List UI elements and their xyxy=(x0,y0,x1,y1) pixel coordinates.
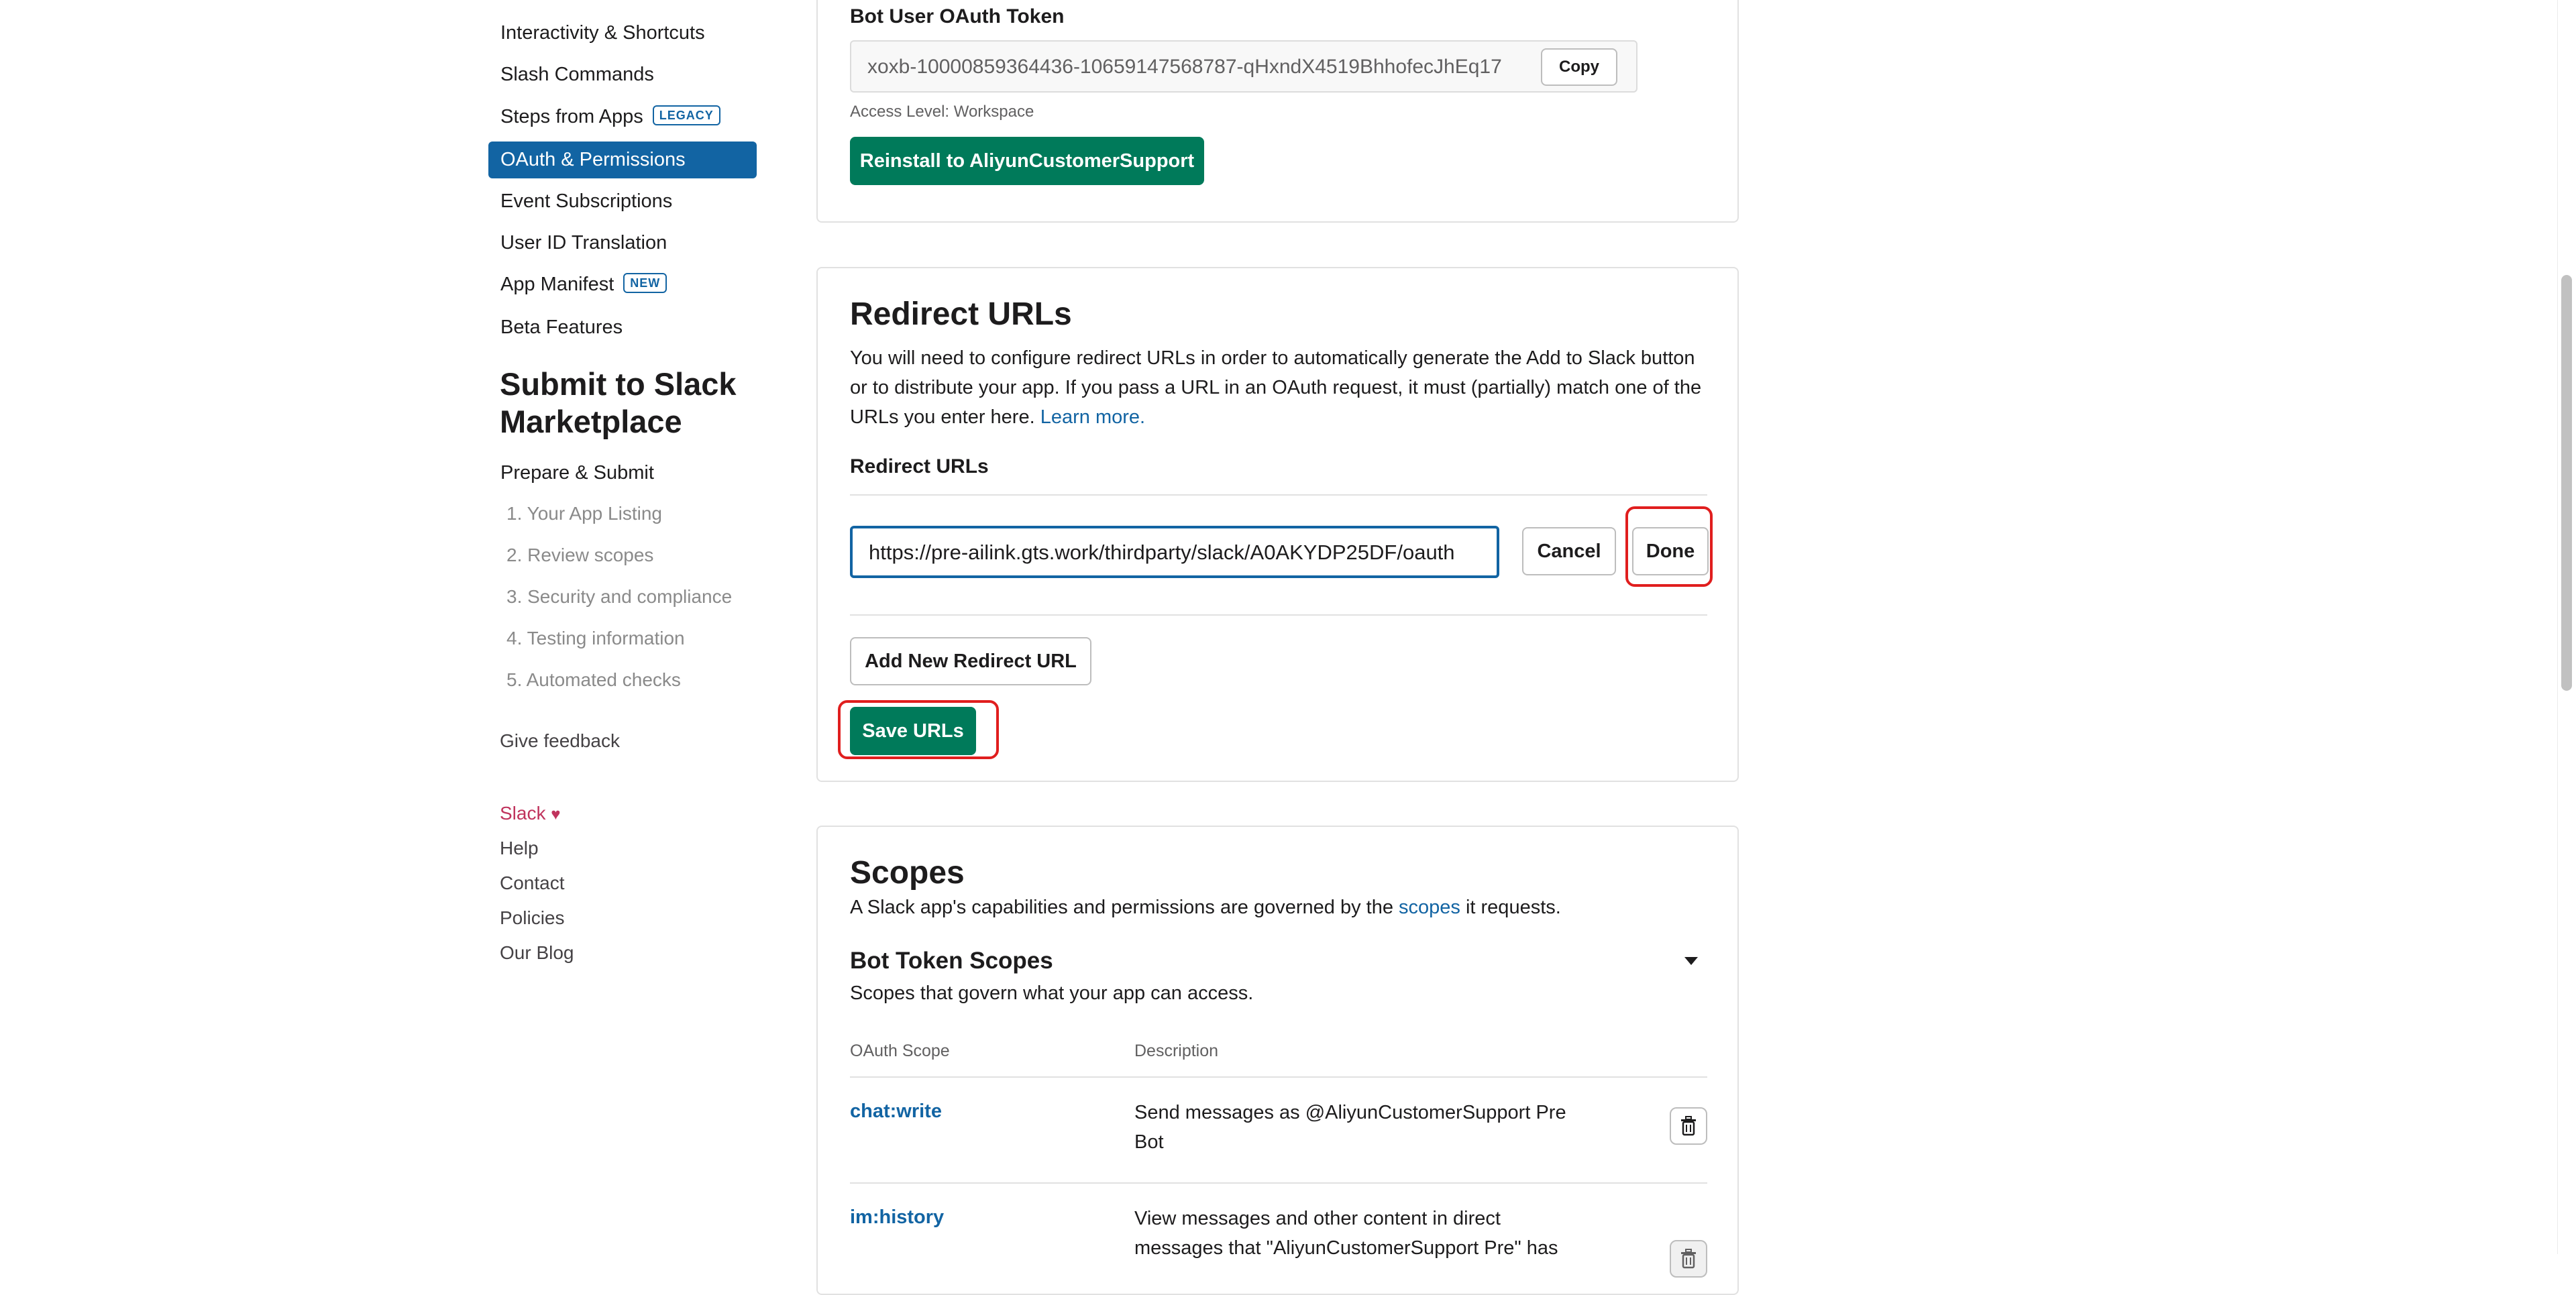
sidebar: Interactivity & Shortcuts Slash Commands… xyxy=(0,0,792,1254)
sidebar-item-oauth-permissions[interactable]: OAuth & Permissions xyxy=(488,142,757,178)
redirect-url-input[interactable]: https://pre-ailink.gts.work/thirdparty/s… xyxy=(850,526,1499,578)
access-level: Access Level: Workspace xyxy=(850,103,1034,121)
scopes-description-text: A Slack app's capabilities and permissio… xyxy=(850,897,1393,918)
new-badge: NEW xyxy=(623,273,667,294)
legacy-badge: LEGACY xyxy=(652,105,720,126)
scope-name[interactable]: chat:write xyxy=(850,1098,942,1125)
sidebar-item-label: Interactivity & Shortcuts xyxy=(500,22,705,44)
scopes-description-text: it requests. xyxy=(1465,897,1561,918)
sidebar-item-label: Beta Features xyxy=(500,317,623,338)
help-link[interactable]: Help xyxy=(500,836,539,860)
trash-icon xyxy=(1681,1116,1696,1136)
sidebar-item-event-subscriptions[interactable]: Event Subscriptions xyxy=(500,188,672,214)
col-header-description: Description xyxy=(1134,1041,1219,1060)
divider xyxy=(850,494,1707,496)
give-feedback-link[interactable]: Give feedback xyxy=(500,729,620,753)
sidebar-item-label: Steps from Apps xyxy=(500,106,643,127)
redirect-subheading: Redirect URLs xyxy=(850,455,989,477)
redirect-title: Redirect URLs xyxy=(850,296,1072,332)
table-row: im:history View messages and other conte… xyxy=(818,1184,1740,1288)
sidebar-item-interactivity[interactable]: Interactivity & Shortcuts xyxy=(500,20,705,46)
token-value: xoxb-10000859364436-10659147568787-qHxnd… xyxy=(867,56,1502,78)
sidebar-item-label: Prepare & Submit xyxy=(500,462,654,484)
scrollbar-thumb[interactable] xyxy=(2561,275,2572,691)
contact-link[interactable]: Contact xyxy=(500,871,565,895)
bot-token-scopes-title: Bot Token Scopes xyxy=(850,948,1053,974)
divider xyxy=(850,614,1707,616)
redirect-urls-card: Redirect URLs You will need to configure… xyxy=(816,267,1739,782)
token-label: Bot User OAuth Token xyxy=(850,5,1065,27)
step-security-compliance[interactable]: 3. Security and compliance xyxy=(506,585,732,609)
scope-name[interactable]: im:history xyxy=(850,1204,944,1231)
sidebar-item-slash-commands[interactable]: Slash Commands xyxy=(500,62,654,87)
redirect-url-value: https://pre-ailink.gts.work/thirdparty/s… xyxy=(869,541,1455,564)
bot-token-scopes-subtitle: Scopes that govern what your app can acc… xyxy=(850,982,1254,1004)
done-button[interactable]: Done xyxy=(1632,527,1709,575)
sidebar-item-app-manifest[interactable]: App Manifest NEW xyxy=(500,272,667,297)
blog-link[interactable]: Our Blog xyxy=(500,941,574,965)
cancel-button[interactable]: Cancel xyxy=(1522,527,1616,575)
delete-scope-button[interactable] xyxy=(1670,1107,1707,1145)
step-review-scopes[interactable]: 2. Review scopes xyxy=(506,543,653,567)
scopes-card: Scopes A Slack app's capabilities and pe… xyxy=(816,826,1739,1295)
heart-icon: ♥ xyxy=(551,805,561,824)
redirect-description-text: You will need to configure redirect URLs… xyxy=(850,347,1702,428)
sidebar-item-beta-features[interactable]: Beta Features xyxy=(500,315,623,340)
copy-button[interactable]: Copy xyxy=(1541,48,1617,86)
learn-more-link[interactable]: Learn more. xyxy=(1040,406,1145,428)
scope-description: Send messages as @AliyunCustomerSupport … xyxy=(1134,1102,1566,1153)
sidebar-item-label: OAuth & Permissions xyxy=(500,149,686,170)
collapse-caret-icon[interactable] xyxy=(1683,956,1699,966)
trash-icon xyxy=(1681,1249,1696,1269)
sidebar-item-steps-from-apps[interactable]: Steps from Apps LEGACY xyxy=(500,104,720,129)
col-header-scope: OAuth Scope xyxy=(850,1041,950,1060)
step-testing-information[interactable]: 4. Testing information xyxy=(506,626,685,651)
token-field: xoxb-10000859364436-10659147568787-qHxnd… xyxy=(850,40,1638,93)
step-automated-checks[interactable]: 5. Automated checks xyxy=(506,668,681,692)
sidebar-item-user-id-translation[interactable]: User ID Translation xyxy=(500,230,667,256)
slack-link[interactable]: Slack ♥ xyxy=(500,801,561,827)
table-row: chat:write Send messages as @AliyunCusto… xyxy=(818,1078,1740,1182)
add-new-redirect-url-button[interactable]: Add New Redirect URL xyxy=(850,637,1091,685)
save-urls-button[interactable]: Save URLs xyxy=(850,707,976,755)
scopes-description: A Slack app's capabilities and permissio… xyxy=(850,894,1561,921)
policies-link[interactable]: Policies xyxy=(500,906,564,930)
sidebar-item-label: App Manifest xyxy=(500,274,614,295)
sidebar-item-label: User ID Translation xyxy=(500,232,667,254)
token-card: Bot User OAuth Token xoxb-10000859364436… xyxy=(816,0,1739,223)
scopes-title: Scopes xyxy=(850,855,965,891)
delete-scope-button[interactable] xyxy=(1670,1240,1707,1278)
sidebar-item-label: Slash Commands xyxy=(500,64,654,85)
redirect-description: You will need to configure redirect URLs… xyxy=(850,343,1705,432)
scopes-link[interactable]: scopes xyxy=(1399,897,1460,918)
reinstall-button[interactable]: Reinstall to AliyunCustomerSupport xyxy=(850,137,1204,185)
sidebar-item-label: Event Subscriptions xyxy=(500,190,673,212)
sidebar-item-prepare-submit[interactable]: Prepare & Submit xyxy=(500,460,654,486)
step-your-app-listing[interactable]: 1. Your App Listing xyxy=(506,502,662,526)
slack-label: Slack xyxy=(500,803,546,824)
marketplace-heading: Submit to Slack Marketplace xyxy=(500,366,737,439)
